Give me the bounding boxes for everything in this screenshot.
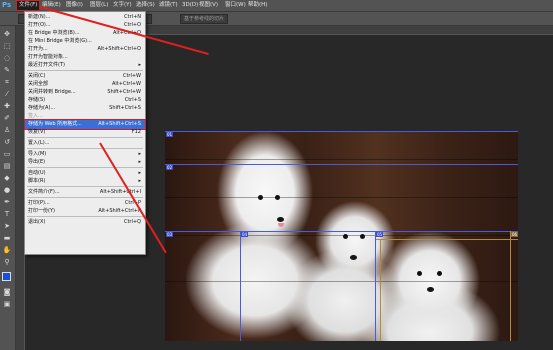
puppy-tongue [278, 223, 284, 227]
menu-view[interactable]: 视图(V) [197, 1, 220, 10]
hand-tool-icon[interactable]: ✋ [2, 246, 12, 255]
menu-layer[interactable]: 图层(L) [88, 1, 110, 10]
submenu-arrow-icon: ▸ [138, 62, 141, 68]
slice-line [380, 239, 381, 341]
slice-line [375, 239, 518, 240]
slice-line [165, 231, 518, 232]
menu-item-label: 打印一份(Y) [28, 208, 55, 214]
slice-tag[interactable]: 03 [166, 232, 174, 237]
menu-separator [27, 148, 143, 149]
gradient-tool-icon[interactable]: ▤ [2, 162, 12, 171]
submenu-arrow-icon: ▸ [138, 159, 141, 165]
slice-tag[interactable]: 02 [166, 165, 174, 170]
shape-tool-icon[interactable]: ▬ [2, 234, 12, 243]
menu-separator [27, 167, 143, 168]
slice-line [165, 131, 518, 132]
menu-image[interactable]: 图像(I) [64, 1, 85, 10]
menu-type[interactable]: 文字(Y) [111, 1, 134, 10]
file-menu-dropdown: 新建(N)... Ctrl+N 打开(O)... Ctrl+O 在 Bridge 中浏览… [24, 11, 146, 255]
slice-tag[interactable]: 05 [376, 232, 384, 237]
type-tool-icon[interactable]: T [2, 210, 12, 219]
menu-filter[interactable]: 滤镜(T) [157, 1, 180, 10]
file-menu-item[interactable]: 置入(L)... [25, 139, 145, 148]
file-menu-item[interactable]: 脚本(R) ▸ [25, 177, 145, 186]
menu-item-label: 脚本(R) [28, 178, 46, 184]
puppy-eye [417, 271, 422, 276]
eraser-tool-icon[interactable]: ▭ [2, 150, 12, 159]
menu-separator [27, 216, 143, 217]
puppy-eye [343, 234, 348, 239]
slice-line [510, 231, 511, 341]
menu-item-shortcut: Alt+Shift+Ctrl+P [98, 208, 141, 214]
brush-tool-icon[interactable]: ✐ [2, 114, 12, 123]
history-brush-tool-icon[interactable]: ↺ [2, 138, 12, 147]
menu-separator [27, 137, 143, 138]
screen-mode-icon[interactable]: ▣ [2, 300, 12, 309]
marquee-tool-icon[interactable]: ⬚ [2, 42, 12, 51]
slice-tag[interactable]: 01 [166, 132, 174, 137]
menu-select[interactable]: 选择(S) [134, 1, 157, 10]
slice-line [240, 231, 241, 341]
zoom-tool-icon[interactable]: ⚲ [2, 258, 12, 267]
menu-item-shortcut: Alt+Shift+Ctrl+I [99, 189, 141, 195]
menu-item-label: 退出(X) [28, 219, 46, 225]
menu-item-label: 恢复(V) [28, 129, 46, 135]
menu-help[interactable]: 帮助(H) [246, 1, 269, 10]
menu-separator [27, 70, 143, 71]
puppy-eye [437, 271, 442, 276]
dodge-tool-icon[interactable]: ● [2, 186, 12, 195]
crop-tool-icon[interactable]: ⌗ [2, 78, 12, 87]
file-menu-item[interactable]: 恢复(V) F12 [25, 128, 145, 137]
menu-separator [27, 197, 143, 198]
menu-file[interactable]: 文件(F) [15, 0, 41, 11]
file-menu-item[interactable]: 导出(E) ▸ [25, 158, 145, 167]
menu-window[interactable]: 窗口(W) [223, 1, 248, 10]
menu-item-label: 最近打开文件(T) [28, 62, 65, 68]
slices-from-guides-button[interactable]: 基于参考线的切片 [180, 14, 229, 24]
document-image-puppies[interactable]: 01 02 03 04 05 06 [165, 131, 518, 341]
healing-brush-tool-icon[interactable]: ✚ [2, 102, 12, 111]
slice-tag[interactable]: 04 [241, 232, 249, 237]
quick-select-tool-icon[interactable]: ✎ [2, 66, 12, 75]
move-tool-icon[interactable]: ✥ [2, 30, 12, 39]
slice-tag[interactable]: 06 [511, 232, 518, 237]
tools-panel: ✥ ⬚ ◌ ✎ ⌗ ⁄ ✚ ✐ ♙ ↺ ▭ ▤ ◆ ● ✒ T ➤ ▬ ✋ ⚲ … [0, 26, 16, 350]
file-menu-item[interactable]: 打印一份(Y) Alt+Shift+Ctrl+P [25, 207, 145, 216]
photoshop-logo: Ps [2, 1, 12, 9]
puppy-nose [427, 287, 434, 292]
puppy-nose [277, 217, 284, 222]
puppy-eye [360, 234, 365, 239]
puppy-nose [350, 255, 357, 260]
foreground-color-swatch[interactable] [2, 272, 11, 281]
puppy-eye [258, 195, 263, 200]
menu-item-shortcut: F12 [131, 129, 141, 135]
quick-mask-icon[interactable]: ◙ [2, 288, 12, 297]
submenu-arrow-icon: ▸ [138, 178, 141, 184]
slice-line [375, 231, 376, 341]
pen-tool-icon[interactable]: ✒ [2, 198, 12, 207]
file-menu-item[interactable]: 退出(X) Ctrl+Q [25, 218, 145, 227]
file-menu-item[interactable]: 最近打开文件(T) ▸ [25, 61, 145, 70]
path-selection-tool-icon[interactable]: ➤ [2, 222, 12, 231]
menu-item-label: 导出(E) [28, 159, 46, 165]
puppy-eye [275, 195, 280, 200]
blur-tool-icon[interactable]: ◆ [2, 174, 12, 183]
menu-item-shortcut: Ctrl+Q [123, 219, 141, 225]
menu-item-label: 置入(L)... [28, 140, 50, 146]
menu-item-label: 文件简介(F)... [28, 189, 60, 195]
lasso-tool-icon[interactable]: ◌ [2, 54, 12, 63]
slice-line [165, 164, 518, 165]
eyedropper-tool-icon[interactable]: ⁄ [2, 90, 12, 99]
clone-stamp-tool-icon[interactable]: ♙ [2, 126, 12, 135]
